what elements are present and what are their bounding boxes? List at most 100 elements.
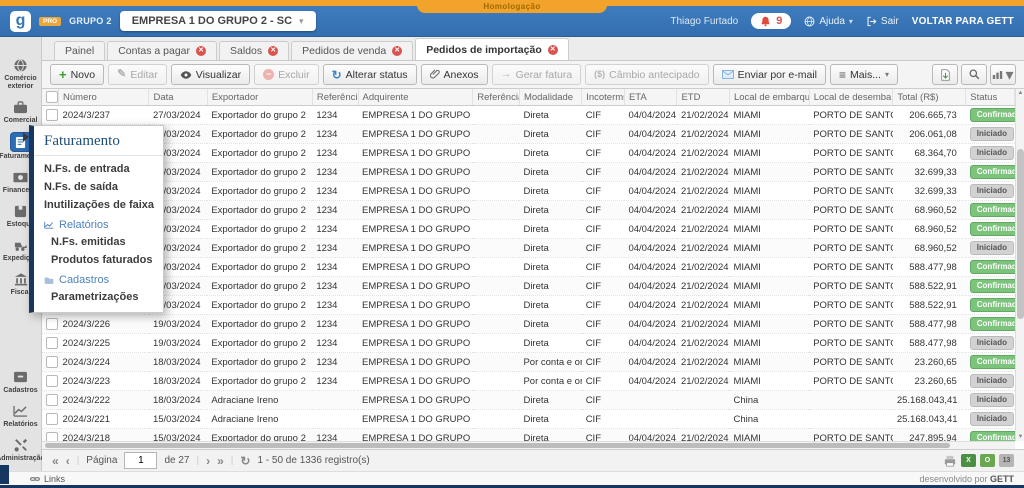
table-row[interactable]: 2024/3/22115/03/2024Adraciane IrenoEMPRE… (42, 410, 1015, 429)
close-icon[interactable]: ✕ (392, 46, 402, 56)
table-row[interactable]: 2024/3/23122/03/2024Exportador do grupo … (42, 220, 1015, 239)
column-header-adquirente[interactable]: Adquirente (358, 89, 473, 106)
row-checkbox[interactable] (46, 375, 58, 387)
table-row[interactable]: 2024/3/22218/03/2024Adraciane IrenoEMPRE… (42, 391, 1015, 410)
visualizar-button[interactable]: Visualizar (171, 64, 250, 85)
table-row[interactable]: 2024/3/23022/03/2024Exportador do grupo … (42, 239, 1015, 258)
table-row[interactable]: 2024/3/23627/03/2024Exportador do grupo … (42, 125, 1015, 144)
table-row[interactable]: 2024/3/23426/03/2024Exportador do grupo … (42, 163, 1015, 182)
menu-item-parametrizacoes[interactable]: Parametrizações (34, 288, 163, 306)
table-row[interactable]: 2024/3/22820/03/2024Exportador do grupo … (42, 277, 1015, 296)
horizontal-scroll-thumb[interactable] (45, 443, 950, 448)
page-input[interactable] (124, 452, 157, 469)
tab-painel[interactable]: Painel (54, 41, 105, 60)
panel-toggle-handle[interactable] (0, 465, 9, 484)
menu-item-produtos-faturados[interactable]: Produtos faturados (34, 251, 163, 269)
menu-item-nfs-entrada[interactable]: N.Fs. de entrada (34, 160, 163, 178)
table-row[interactable]: 2024/3/22519/03/2024Exportador do grupo … (42, 334, 1015, 353)
anexos-button[interactable]: Anexos (421, 64, 488, 85)
chart-view-button[interactable]: ▾ (990, 64, 1016, 85)
column-header-modalidade[interactable]: Modalidade (519, 89, 581, 106)
menu-section-relatorios[interactable]: Relatórios (34, 214, 163, 233)
column-header-etd[interactable]: ETD (677, 89, 730, 106)
first-page-button[interactable]: « (52, 455, 59, 467)
refresh-icon[interactable]: ↻ (240, 455, 250, 467)
row-checkbox[interactable] (46, 318, 58, 330)
close-icon[interactable]: ✕ (548, 45, 558, 55)
export-button[interactable] (932, 64, 958, 85)
sidebar-item-administracao[interactable]: Administração (0, 437, 42, 463)
scroll-up-icon[interactable]: ▲ (1016, 90, 1024, 96)
gerar-fatura-button[interactable]: → Gerar fatura (492, 64, 582, 85)
column-header-status[interactable]: Status (966, 89, 1015, 106)
column-header-eta[interactable]: ETA (624, 89, 677, 106)
menu-section-cadastros[interactable]: Cadastros (34, 269, 163, 288)
export-csv-icon[interactable]: 13 (999, 454, 1014, 467)
table-row[interactable]: 2024/3/22318/03/2024Exportador do grupo … (42, 372, 1015, 391)
scroll-down-icon[interactable]: ▼ (1016, 434, 1024, 440)
row-checkbox[interactable] (46, 394, 58, 406)
menu-item-nfs-emitidas[interactable]: N.Fs. emitidas (34, 233, 163, 251)
tab-saldos[interactable]: Saldos ✕ (219, 41, 289, 60)
tab-contas-a-pagar[interactable]: Contas a pagar ✕ (107, 41, 217, 60)
table-row[interactable]: 2024/3/23222/03/2024Exportador do grupo … (42, 201, 1015, 220)
last-page-button[interactable]: » (217, 455, 224, 467)
table-row[interactable]: 2024/3/22418/03/2024Exportador do grupo … (42, 353, 1015, 372)
refresh-icon: ↻ (332, 69, 342, 81)
close-icon[interactable]: ✕ (268, 46, 278, 56)
links-button[interactable]: Links (30, 474, 65, 484)
table-row[interactable]: 2024/3/23526/03/2024Exportador do grupo … (42, 144, 1015, 163)
column-header-embarque[interactable]: Local de embarque (729, 89, 809, 106)
cambio-antecipado-button[interactable]: ($) Câmbio antecipado (585, 64, 708, 85)
column-header-referencia[interactable]: Referência (312, 89, 358, 106)
export-ods-icon[interactable]: O (980, 454, 995, 467)
vertical-scroll-thumb[interactable] (1017, 149, 1024, 319)
row-checkbox[interactable] (46, 337, 58, 349)
previous-page-button[interactable]: ‹ (66, 455, 70, 467)
column-header-incoterms[interactable]: Incoterms⇅ (582, 89, 625, 106)
gett-logo[interactable]: g (10, 11, 31, 32)
company-selector[interactable]: EMPRESA 1 DO GRUPO 2 - SC ▾ (120, 11, 316, 31)
column-header-numero[interactable]: Número (59, 89, 149, 106)
search-button[interactable] (961, 64, 987, 85)
table-row[interactable]: 2024/3/22719/03/2024Exportador do grupo … (42, 296, 1015, 315)
enviar-email-button[interactable]: Enviar por e-mail (713, 64, 826, 85)
table-row[interactable]: 2024/3/22921/03/2024Exportador do grupo … (42, 258, 1015, 277)
alterar-status-button[interactable]: ↻ Alterar status (323, 64, 417, 85)
column-header-total[interactable]: Total (R$) (893, 89, 966, 106)
table-row[interactable]: 2024/3/22619/03/2024Exportador do grupo … (42, 315, 1015, 334)
novo-button[interactable]: + Novo (50, 64, 104, 85)
next-page-button[interactable]: › (206, 455, 210, 467)
sidebar-item-comercial[interactable]: Comercial (0, 99, 42, 125)
table-row[interactable]: 2024/3/23326/03/2024Exportador do grupo … (42, 182, 1015, 201)
cell-embarque: MIAMI (729, 220, 809, 239)
column-header-desembarque[interactable]: Local de desembarque (809, 89, 893, 106)
sidebar-item-cadastros[interactable]: Cadastros (0, 369, 42, 395)
mais-button[interactable]: ≡ Mais... ▾ (830, 64, 898, 85)
tab-pedidos-de-venda[interactable]: Pedidos de venda ✕ (291, 41, 413, 60)
menu-item-inutilizacoes[interactable]: Inutilizações de faixa (34, 196, 163, 214)
row-checkbox[interactable] (46, 356, 58, 368)
close-icon[interactable]: ✕ (196, 46, 206, 56)
tab-pedidos-de-importacao[interactable]: Pedidos de importação ✕ (415, 38, 569, 60)
select-all-checkbox[interactable] (46, 91, 58, 103)
logout-button[interactable]: Sair (866, 16, 899, 27)
row-checkbox[interactable] (46, 109, 58, 121)
notifications-button[interactable]: 9 (751, 13, 791, 29)
sidebar-item-relatorios[interactable]: Relatórios (0, 403, 42, 429)
table-row[interactable]: 2024/3/23727/03/2024Exportador do grupo … (42, 106, 1015, 125)
excluir-button[interactable]: − Excluir (254, 64, 319, 85)
column-header-data[interactable]: Data (149, 89, 207, 106)
editar-button[interactable]: ✎ Editar (108, 64, 167, 85)
back-to-gett-button[interactable]: VOLTAR PARA GETT (912, 16, 1014, 27)
horizontal-scrollbar[interactable] (42, 441, 1015, 449)
vertical-scrollbar[interactable]: ▲ ▼ (1015, 89, 1024, 441)
row-checkbox[interactable] (46, 413, 58, 425)
column-header-exportador[interactable]: Exportador (207, 89, 312, 106)
help-button[interactable]: Ajuda ▾ (804, 16, 853, 27)
sidebar-item-comercio-exterior[interactable]: Comércio exterior (0, 57, 42, 91)
menu-item-nfs-saida[interactable]: N.Fs. de saída (34, 178, 163, 196)
export-xls-icon[interactable]: X (961, 454, 976, 467)
print-icon[interactable] (943, 455, 957, 467)
column-header-referencia2[interactable]: Referência (473, 89, 520, 106)
